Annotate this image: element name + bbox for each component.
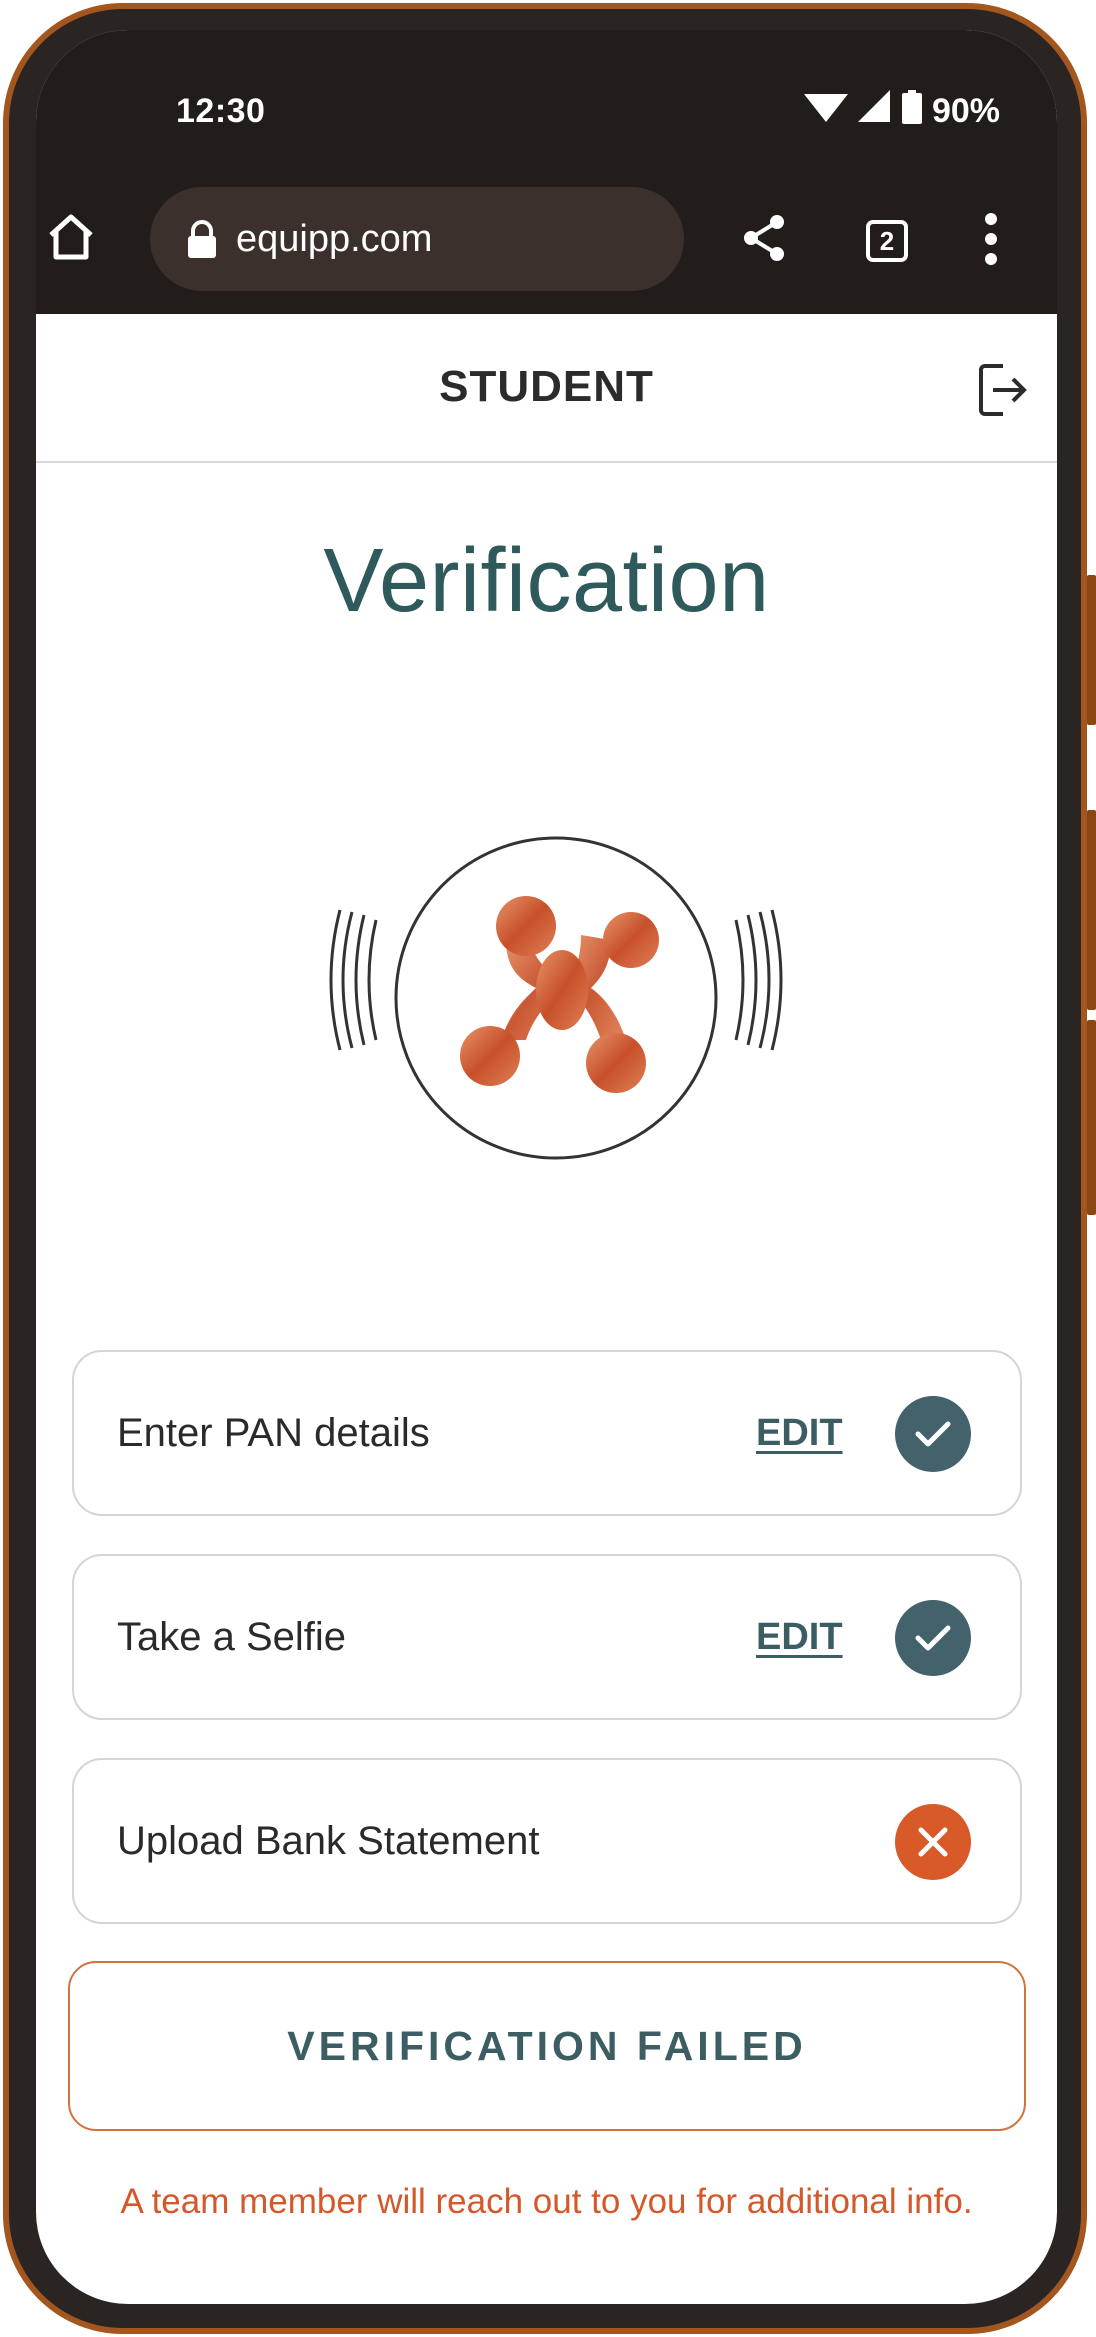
step-label: Upload Bank Statement — [117, 1818, 540, 1863]
address-bar[interactable]: equipp.com — [150, 187, 684, 291]
menu-button[interactable] — [976, 212, 1006, 271]
share-button[interactable] — [740, 213, 788, 268]
step-pan-details: Enter PAN details EDIT — [72, 1350, 1022, 1516]
url-text: equipp.com — [236, 217, 433, 260]
side-button-top — [1087, 575, 1096, 725]
page-title: Verification — [323, 531, 770, 631]
screen: 12:30 90% equipp.com 2 STUDENT Verificat… — [36, 30, 1057, 2304]
tabs-button[interactable]: 2 — [862, 216, 912, 266]
verification-failed-button[interactable]: VERIFICATION FAILED — [68, 1961, 1026, 2131]
tabs-icon: 2 — [866, 220, 908, 262]
status-complete — [895, 1600, 971, 1676]
share-icon — [741, 213, 787, 268]
logout-button[interactable] — [976, 362, 1028, 422]
failure-note: A team member will reach out to you for … — [120, 2182, 973, 2221]
app-header: STUDENT — [36, 314, 1057, 463]
check-icon — [913, 1622, 953, 1654]
edit-pan-link[interactable]: EDIT — [756, 1352, 843, 1514]
more-vert-icon — [984, 212, 998, 271]
lock-icon — [186, 220, 218, 258]
edit-selfie-link[interactable]: EDIT — [756, 1556, 843, 1718]
status-complete — [895, 1396, 971, 1472]
step-selfie: Take a Selfie EDIT — [72, 1554, 1022, 1720]
header-title: STUDENT — [439, 362, 654, 411]
step-label: Enter PAN details — [117, 1410, 430, 1455]
step-bank-statement: Upload Bank Statement — [72, 1758, 1022, 1924]
battery-percent: 90% — [931, 92, 1000, 130]
status-icons: 90% — [803, 90, 1000, 133]
close-icon — [916, 1825, 950, 1859]
home-icon — [45, 211, 97, 268]
tab-count: 2 — [879, 225, 895, 256]
battery-icon — [901, 90, 922, 133]
check-icon — [913, 1418, 953, 1450]
browser-chrome: 12:30 90% equipp.com 2 — [36, 30, 1057, 314]
wifi-icon — [803, 90, 848, 133]
side-button-middle — [1087, 810, 1096, 1010]
signal-icon — [857, 90, 892, 133]
status-failed — [895, 1804, 971, 1880]
home-button[interactable] — [44, 212, 98, 266]
side-button-bottom — [1087, 1020, 1096, 1215]
logout-icon — [977, 361, 1027, 424]
step-label: Take a Selfie — [117, 1614, 347, 1659]
verification-logo — [326, 800, 786, 1160]
status-time: 12:30 — [176, 92, 266, 130]
